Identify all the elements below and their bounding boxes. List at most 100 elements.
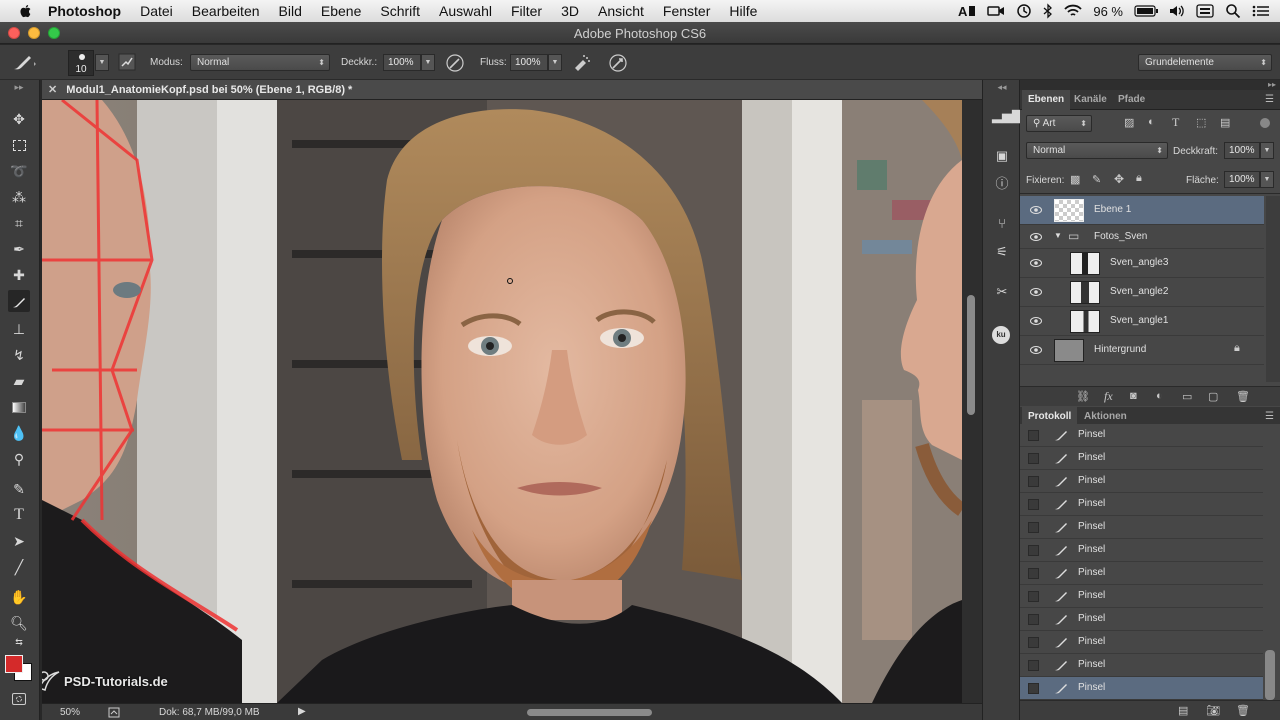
- history-item[interactable]: Pinsel: [1020, 608, 1263, 631]
- menu-hilfe[interactable]: Hilfe: [729, 3, 757, 19]
- new-document-from-state-icon[interactable]: ▤: [1178, 704, 1188, 717]
- brush-panel-toggle-icon[interactable]: [118, 53, 136, 71]
- menu-ansicht[interactable]: Ansicht: [598, 3, 644, 19]
- new-snapshot-icon[interactable]: 📷︎: [1206, 704, 1220, 717]
- line-tool-icon[interactable]: ╱: [8, 556, 30, 578]
- history-item[interactable]: Pinsel: [1020, 470, 1263, 493]
- quick-mask-icon[interactable]: [8, 688, 30, 710]
- blend-mode-select[interactable]: Normal ⬍: [190, 54, 330, 71]
- collapse-strip-icon[interactable]: ◂◂: [992, 82, 1012, 92]
- history-item[interactable]: Pinsel: [1020, 447, 1263, 470]
- visibility-eye-icon[interactable]: [1030, 287, 1042, 297]
- eyedropper-tool-icon[interactable]: ✒: [8, 238, 30, 260]
- menu-app-photoshop[interactable]: Photoshop: [48, 3, 121, 19]
- history-source-checkbox[interactable]: [1028, 637, 1039, 648]
- airbrush-icon[interactable]: [572, 53, 592, 73]
- collapse-panels-icon[interactable]: ▸▸: [1020, 80, 1280, 90]
- fill-dropdown[interactable]: ▼: [1260, 171, 1274, 188]
- history-item[interactable]: Pinsel: [1020, 562, 1263, 585]
- zoom-tool-icon[interactable]: 🔍︎: [8, 612, 30, 634]
- history-source-checkbox[interactable]: [1028, 591, 1039, 602]
- navigator-icon[interactable]: ▣: [992, 146, 1012, 166]
- flow-input[interactable]: 100%: [510, 54, 548, 71]
- pressure-opacity-icon[interactable]: [445, 53, 465, 73]
- filter-smart-object-icon[interactable]: ▤: [1220, 116, 1230, 129]
- pen-tool-icon[interactable]: ✎: [8, 478, 30, 500]
- history-source-checkbox[interactable]: [1028, 568, 1039, 579]
- visibility-eye-icon[interactable]: [1030, 205, 1042, 215]
- lock-position-icon[interactable]: ✥: [1114, 172, 1124, 186]
- menu-auswahl[interactable]: Auswahl: [439, 3, 492, 19]
- menu-3d[interactable]: 3D: [561, 3, 579, 19]
- layer-row-ebene-1[interactable]: Ebene 1: [1020, 196, 1264, 225]
- keyboard-input-icon[interactable]: [1196, 4, 1214, 18]
- eraser-tool-icon[interactable]: ▰: [8, 370, 30, 392]
- apple-icon[interactable]: [18, 3, 34, 19]
- lock-all-icon[interactable]: 🔒︎: [1136, 172, 1142, 185]
- hand-tool-icon[interactable]: ✋: [8, 586, 30, 608]
- document-canvas[interactable]: PSD-Tutorials.de: [42, 100, 962, 703]
- tab-kanaele[interactable]: Kanäle: [1068, 90, 1113, 110]
- canvas-vertical-scrollbar[interactable]: [962, 100, 982, 703]
- type-tool-icon[interactable]: T: [8, 504, 30, 526]
- foreground-color-swatch[interactable]: [5, 655, 23, 673]
- tool-presets-icon[interactable]: ✂: [992, 282, 1012, 302]
- flow-slider-dropdown[interactable]: ▼: [548, 54, 562, 71]
- history-source-checkbox[interactable]: [1028, 430, 1039, 441]
- document-tab[interactable]: ✕ Modul1_AnatomieKopf.psd bei 50% (Ebene…: [42, 80, 982, 100]
- menu-fenster[interactable]: Fenster: [663, 3, 710, 19]
- proof-icon[interactable]: [108, 707, 120, 718]
- layer-row-fotos-sven[interactable]: ▼ ▭ Fotos_Sven: [1020, 225, 1264, 249]
- crop-tool-icon[interactable]: ⌗: [8, 212, 30, 234]
- marquee-tool-icon[interactable]: [8, 134, 30, 156]
- history-item[interactable]: Pinsel: [1020, 516, 1263, 539]
- layers-scrollbar[interactable]: [1266, 196, 1280, 382]
- vertical-scroll-thumb[interactable]: [967, 295, 975, 415]
- battery-icon[interactable]: [1134, 5, 1158, 17]
- gradient-tool-icon[interactable]: [8, 396, 30, 418]
- adobe-ai-icon[interactable]: A: [958, 4, 976, 18]
- lock-transparency-icon[interactable]: ▩: [1070, 173, 1080, 186]
- delete-layer-icon[interactable]: 🗑︎: [1236, 390, 1250, 403]
- history-source-checkbox[interactable]: [1028, 660, 1039, 671]
- history-source-checkbox[interactable]: [1028, 683, 1039, 694]
- filter-pixel-icon[interactable]: ▨: [1124, 116, 1134, 129]
- add-mask-icon[interactable]: ◙: [1130, 390, 1137, 402]
- lasso-tool-icon[interactable]: ➰: [8, 160, 30, 182]
- opacity-input[interactable]: 100%: [383, 54, 421, 71]
- history-scroll-thumb[interactable]: [1265, 650, 1275, 700]
- brush-settings-icon[interactable]: ⚟: [992, 242, 1012, 262]
- menu-filter[interactable]: Filter: [511, 3, 542, 19]
- new-group-icon[interactable]: ▭: [1182, 390, 1192, 403]
- menu-bild[interactable]: Bild: [279, 3, 302, 19]
- quick-selection-tool-icon[interactable]: ⁂: [8, 186, 30, 208]
- zoom-level[interactable]: 50%: [60, 707, 80, 718]
- time-machine-icon[interactable]: [1016, 3, 1032, 19]
- history-item[interactable]: Pinsel: [1020, 424, 1263, 447]
- history-source-checkbox[interactable]: [1028, 614, 1039, 625]
- camera-icon[interactable]: [987, 4, 1005, 18]
- lock-pixels-icon[interactable]: ✎: [1092, 173, 1101, 186]
- collapse-toolbar-icon[interactable]: ▸▸: [8, 82, 30, 92]
- blur-tool-icon[interactable]: 💧: [8, 422, 30, 444]
- filter-shape-icon[interactable]: ⬚: [1196, 116, 1206, 129]
- history-item[interactable]: Pinsel: [1020, 493, 1263, 516]
- pressure-size-icon[interactable]: [608, 53, 628, 73]
- menu-datei[interactable]: Datei: [140, 3, 173, 19]
- brush-presets-icon[interactable]: ⑂: [992, 214, 1012, 234]
- brush-tool-preset-icon[interactable]: [10, 53, 38, 73]
- spotlight-search-icon[interactable]: [1225, 3, 1241, 19]
- menu-bearbeiten[interactable]: Bearbeiten: [192, 3, 260, 19]
- history-item[interactable]: Pinsel: [1020, 539, 1263, 562]
- close-document-icon[interactable]: ✕: [48, 84, 57, 96]
- dodge-tool-icon[interactable]: ⚲: [8, 448, 30, 470]
- group-expand-triangle-icon[interactable]: ▼: [1054, 231, 1062, 240]
- tab-ebenen[interactable]: Ebenen: [1022, 90, 1071, 110]
- layer-style-fx-icon[interactable]: fx: [1104, 389, 1113, 404]
- link-layers-icon[interactable]: ⛓: [1076, 390, 1090, 403]
- panel-menu-icon[interactable]: ☰: [1265, 94, 1274, 105]
- swap-colors-icon[interactable]: ⇆: [8, 636, 30, 648]
- layer-filter-select[interactable]: ⚲ Art ⬍: [1026, 115, 1092, 132]
- visibility-eye-icon[interactable]: [1030, 316, 1042, 326]
- layer-row-sven-angle3[interactable]: Sven_angle3: [1020, 249, 1264, 278]
